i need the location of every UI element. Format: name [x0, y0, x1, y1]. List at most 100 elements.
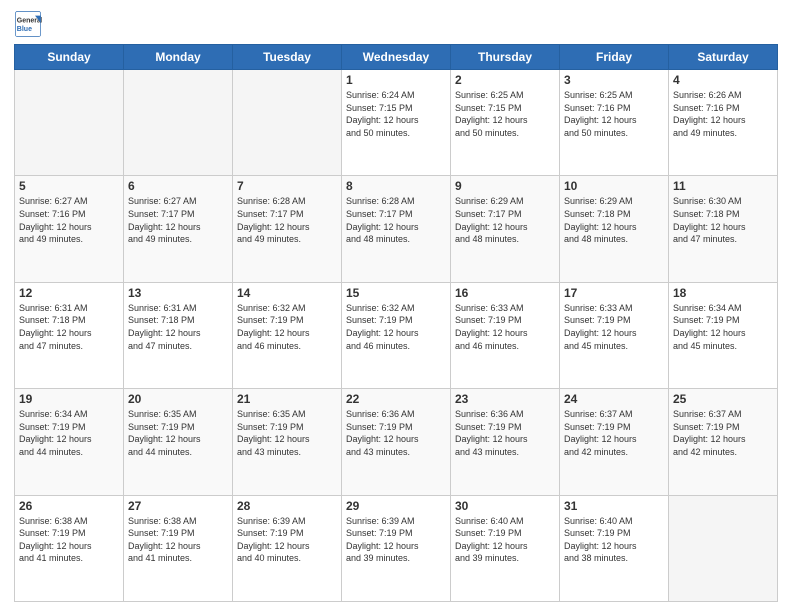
week-row-4: 19Sunrise: 6:34 AMSunset: 7:19 PMDayligh… [15, 389, 778, 495]
calendar-cell: 29 Sunrise: 6:39 AMSunset: 7:19 PMDayligh… [342, 495, 451, 601]
day-number: 14 [237, 286, 337, 300]
day-number: 4 [673, 73, 773, 87]
week-row-3: 12Sunrise: 6:31 AMSunset: 7:18 PMDayligh… [15, 282, 778, 388]
day-info: Sunrise: 6:32 AMSunset: 7:19 PMDaylight:… [237, 302, 337, 352]
day-info: Sunrise: 6:29 AMSunset: 7:17 PMDaylight:… [455, 195, 555, 245]
calendar-cell: 2 Sunrise: 6:25 AMSunset: 7:15 PMDaylight… [451, 70, 560, 176]
day-info: Sunrise: 6:35 AMSunset: 7:19 PMDaylight:… [128, 408, 228, 458]
calendar-cell: 14 Sunrise: 6:32 AMSunset: 7:19 PMDayligh… [233, 282, 342, 388]
page: General Blue SundayMondayTuesdayWednesda… [0, 0, 792, 612]
calendar-cell: 12Sunrise: 6:31 AMSunset: 7:18 PMDayligh… [15, 282, 124, 388]
day-info: Sunrise: 6:38 AMSunset: 7:19 PMDaylight:… [19, 515, 119, 565]
svg-text:Blue: Blue [17, 26, 32, 33]
day-info: Sunrise: 6:37 AMSunset: 7:19 PMDaylight:… [673, 408, 773, 458]
day-number: 9 [455, 179, 555, 193]
weekday-header-monday: Monday [124, 45, 233, 70]
calendar-cell: 11 Sunrise: 6:30 AMSunset: 7:18 PMDayligh… [669, 176, 778, 282]
day-info: Sunrise: 6:31 AMSunset: 7:18 PMDaylight:… [19, 302, 119, 352]
weekday-header-friday: Friday [560, 45, 669, 70]
day-number: 27 [128, 499, 228, 513]
day-number: 11 [673, 179, 773, 193]
day-info: Sunrise: 6:32 AMSunset: 7:19 PMDaylight:… [346, 302, 446, 352]
day-info: Sunrise: 6:28 AMSunset: 7:17 PMDaylight:… [237, 195, 337, 245]
calendar-cell: 20Sunrise: 6:35 AMSunset: 7:19 PMDayligh… [124, 389, 233, 495]
calendar-cell [669, 495, 778, 601]
week-row-5: 26 Sunrise: 6:38 AMSunset: 7:19 PMDayligh… [15, 495, 778, 601]
day-info: Sunrise: 6:37 AMSunset: 7:19 PMDaylight:… [564, 408, 664, 458]
day-info: Sunrise: 6:39 AMSunset: 7:19 PMDaylight:… [237, 515, 337, 565]
weekday-header-wednesday: Wednesday [342, 45, 451, 70]
day-number: 7 [237, 179, 337, 193]
day-number: 2 [455, 73, 555, 87]
day-info: Sunrise: 6:40 AMSunset: 7:19 PMDaylight:… [455, 515, 555, 565]
calendar-cell: 7 Sunrise: 6:28 AMSunset: 7:17 PMDaylight… [233, 176, 342, 282]
calendar-cell: 19Sunrise: 6:34 AMSunset: 7:19 PMDayligh… [15, 389, 124, 495]
calendar-cell: 18 Sunrise: 6:34 AMSunset: 7:19 PMDayligh… [669, 282, 778, 388]
day-info: Sunrise: 6:34 AMSunset: 7:19 PMDaylight:… [673, 302, 773, 352]
week-row-2: 5Sunrise: 6:27 AMSunset: 7:16 PMDaylight… [15, 176, 778, 282]
calendar-cell: 31 Sunrise: 6:40 AMSunset: 7:19 PMDayligh… [560, 495, 669, 601]
calendar-cell: 28 Sunrise: 6:39 AMSunset: 7:19 PMDayligh… [233, 495, 342, 601]
calendar-cell: 24 Sunrise: 6:37 AMSunset: 7:19 PMDayligh… [560, 389, 669, 495]
calendar-cell: 6 Sunrise: 6:27 AMSunset: 7:17 PMDaylight… [124, 176, 233, 282]
day-info: Sunrise: 6:36 AMSunset: 7:19 PMDaylight:… [455, 408, 555, 458]
calendar-cell: 8Sunrise: 6:28 AMSunset: 7:17 PMDaylight… [342, 176, 451, 282]
logo-icon: General Blue [14, 10, 42, 38]
calendar-cell: 1 Sunrise: 6:24 AMSunset: 7:15 PMDaylight… [342, 70, 451, 176]
calendar-cell [233, 70, 342, 176]
weekday-header-row: SundayMondayTuesdayWednesdayThursdayFrid… [15, 45, 778, 70]
weekday-header-thursday: Thursday [451, 45, 560, 70]
calendar-cell: 13 Sunrise: 6:31 AMSunset: 7:18 PMDayligh… [124, 282, 233, 388]
day-number: 23 [455, 392, 555, 406]
calendar-cell: 5Sunrise: 6:27 AMSunset: 7:16 PMDaylight… [15, 176, 124, 282]
day-number: 13 [128, 286, 228, 300]
calendar-cell: 17 Sunrise: 6:33 AMSunset: 7:19 PMDayligh… [560, 282, 669, 388]
day-number: 18 [673, 286, 773, 300]
calendar-body: 1 Sunrise: 6:24 AMSunset: 7:15 PMDaylight… [15, 70, 778, 602]
calendar-cell: 23 Sunrise: 6:36 AMSunset: 7:19 PMDayligh… [451, 389, 560, 495]
day-number: 28 [237, 499, 337, 513]
calendar-cell: 16 Sunrise: 6:33 AMSunset: 7:19 PMDayligh… [451, 282, 560, 388]
day-info: Sunrise: 6:25 AMSunset: 7:15 PMDaylight:… [455, 89, 555, 139]
day-info: Sunrise: 6:24 AMSunset: 7:15 PMDaylight:… [346, 89, 446, 139]
week-row-1: 1 Sunrise: 6:24 AMSunset: 7:15 PMDaylight… [15, 70, 778, 176]
day-number: 1 [346, 73, 446, 87]
day-info: Sunrise: 6:33 AMSunset: 7:19 PMDaylight:… [455, 302, 555, 352]
calendar-cell [15, 70, 124, 176]
logo: General Blue [14, 10, 44, 38]
calendar-cell: 9 Sunrise: 6:29 AMSunset: 7:17 PMDaylight… [451, 176, 560, 282]
day-info: Sunrise: 6:40 AMSunset: 7:19 PMDaylight:… [564, 515, 664, 565]
day-number: 21 [237, 392, 337, 406]
day-number: 31 [564, 499, 664, 513]
weekday-header-sunday: Sunday [15, 45, 124, 70]
calendar-cell: 21 Sunrise: 6:35 AMSunset: 7:19 PMDayligh… [233, 389, 342, 495]
day-info: Sunrise: 6:27 AMSunset: 7:17 PMDaylight:… [128, 195, 228, 245]
day-info: Sunrise: 6:31 AMSunset: 7:18 PMDaylight:… [128, 302, 228, 352]
calendar-cell: 27 Sunrise: 6:38 AMSunset: 7:19 PMDayligh… [124, 495, 233, 601]
header: General Blue [14, 10, 778, 38]
day-info: Sunrise: 6:35 AMSunset: 7:19 PMDaylight:… [237, 408, 337, 458]
day-number: 6 [128, 179, 228, 193]
day-number: 29 [346, 499, 446, 513]
calendar: SundayMondayTuesdayWednesdayThursdayFrid… [14, 44, 778, 602]
day-number: 26 [19, 499, 119, 513]
day-number: 8 [346, 179, 446, 193]
day-info: Sunrise: 6:38 AMSunset: 7:19 PMDaylight:… [128, 515, 228, 565]
day-info: Sunrise: 6:33 AMSunset: 7:19 PMDaylight:… [564, 302, 664, 352]
day-number: 15 [346, 286, 446, 300]
day-number: 17 [564, 286, 664, 300]
day-number: 3 [564, 73, 664, 87]
weekday-header-tuesday: Tuesday [233, 45, 342, 70]
calendar-cell: 30Sunrise: 6:40 AMSunset: 7:19 PMDayligh… [451, 495, 560, 601]
day-info: Sunrise: 6:30 AMSunset: 7:18 PMDaylight:… [673, 195, 773, 245]
day-info: Sunrise: 6:39 AMSunset: 7:19 PMDaylight:… [346, 515, 446, 565]
day-number: 24 [564, 392, 664, 406]
day-info: Sunrise: 6:25 AMSunset: 7:16 PMDaylight:… [564, 89, 664, 139]
day-number: 10 [564, 179, 664, 193]
weekday-header-saturday: Saturday [669, 45, 778, 70]
day-number: 16 [455, 286, 555, 300]
day-number: 22 [346, 392, 446, 406]
calendar-cell: 26 Sunrise: 6:38 AMSunset: 7:19 PMDayligh… [15, 495, 124, 601]
calendar-cell: 3 Sunrise: 6:25 AMSunset: 7:16 PMDaylight… [560, 70, 669, 176]
day-info: Sunrise: 6:26 AMSunset: 7:16 PMDaylight:… [673, 89, 773, 139]
